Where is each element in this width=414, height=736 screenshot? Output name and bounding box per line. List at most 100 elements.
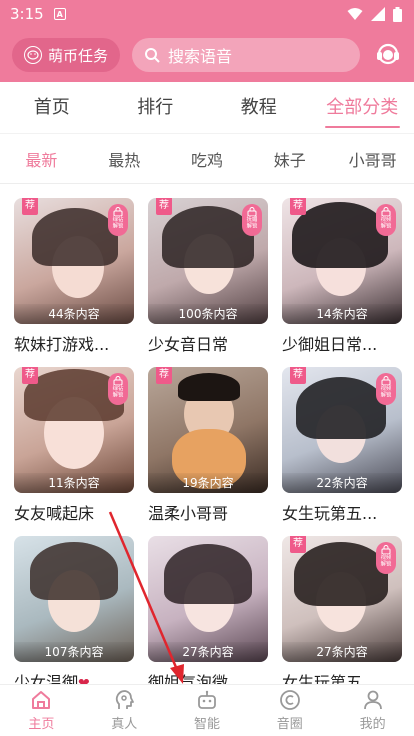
user-icon <box>363 690 382 710</box>
content-count: 27条内容 <box>148 642 268 662</box>
piggy-coin-icon <box>24 46 42 64</box>
voice-pack-card[interactable]: 荐 视频 解锁 22条内容 女生玩第五... <box>282 367 402 524</box>
circle-c-icon <box>279 690 300 710</box>
lock-text: 绿钻 解锁 <box>112 216 124 230</box>
nav-circle-label: 音圈 <box>276 717 303 732</box>
nav-voice-circle[interactable]: 音圈 <box>248 685 331 736</box>
card-title: 少御姐日常... <box>282 335 378 354</box>
lock-icon <box>247 207 257 216</box>
cover-image: 荐 抚媚 解锁 100条内容 <box>148 198 268 324</box>
search-placeholder: 搜索语音 <box>168 47 233 66</box>
top-header: 萌币任务 搜索语音 <box>0 28 414 82</box>
content-count: 44条内容 <box>14 304 134 324</box>
content-count: 19条内容 <box>148 473 268 493</box>
lock-text: 视频 解锁 <box>380 216 392 230</box>
voice-pack-card[interactable]: 荐 视频 解锁 14条内容 少御姐日常... <box>282 198 402 355</box>
subtab-boys[interactable]: 小哥哥 <box>331 147 414 171</box>
tab-ranking[interactable]: 排行 <box>104 82 208 134</box>
voice-pack-card[interactable]: 107条内容 少女温御❤ <box>14 536 134 693</box>
person-voice-icon <box>116 690 135 709</box>
tab-tutorial[interactable]: 教程 <box>207 82 311 134</box>
subtab-girls[interactable]: 妹子 <box>248 147 331 171</box>
battery-icon <box>393 6 402 22</box>
status-time: 3:15 <box>10 5 44 23</box>
lock-icon <box>113 207 123 216</box>
coin-task-label: 萌币任务 <box>48 46 109 65</box>
cover-image: 107条内容 <box>14 536 134 662</box>
lock-icon <box>381 207 391 216</box>
voice-pack-grid: 荐 绿钻 解锁 44条内容 软妹打游戏... 荐 抚媚 解锁 100条内容 少女音日… <box>0 184 414 693</box>
lock-text: 抚媚 解锁 <box>246 216 258 230</box>
tab-all-categories[interactable]: 全部分类 <box>311 82 414 134</box>
wifi-icon <box>347 8 363 20</box>
lock-icon <box>381 376 391 385</box>
main-tabs: 首页 排行 教程 全部分类 <box>0 82 414 134</box>
cover-image: 荐 视频 解锁 14条内容 <box>282 198 402 324</box>
cover-image: 27条内容 <box>148 536 268 662</box>
nav-home[interactable]: 主页 <box>0 685 83 736</box>
lock-text: 视频 解锁 <box>380 385 392 399</box>
card-title: 少女音日常 <box>148 335 229 354</box>
cover-image: 荐 视频 解锁 22条内容 <box>282 367 402 493</box>
robot-icon <box>198 690 216 709</box>
tab-home[interactable]: 首页 <box>0 82 104 134</box>
recommend-badge: 荐 <box>290 367 306 384</box>
card-title: 女友喊起床 <box>14 504 95 523</box>
app-notification-icon: A <box>53 8 66 20</box>
sub-tabs: 最新 最热 吃鸡 妹子 小哥哥 <box>0 134 414 184</box>
content-count: 11条内容 <box>14 473 134 493</box>
search-input[interactable]: 搜索语音 <box>132 38 361 72</box>
recommend-badge: 荐 <box>290 536 306 553</box>
recommend-badge: 荐 <box>22 198 38 215</box>
nav-mine-label: 我的 <box>359 717 386 732</box>
signal-icon <box>371 7 385 21</box>
lock-badge: 视频 解锁 <box>376 542 396 574</box>
voice-pack-card[interactable]: 荐 绿钻 解锁 44条内容 软妹打游戏... <box>14 198 134 355</box>
content-count: 27条内容 <box>282 642 402 662</box>
nav-smart-label: 智能 <box>193 717 220 732</box>
content-count: 22条内容 <box>282 473 402 493</box>
lock-badge: 视频 解锁 <box>376 373 396 405</box>
nav-home-label: 主页 <box>28 717 55 732</box>
home-icon <box>32 691 51 709</box>
recommend-badge: 荐 <box>22 367 38 384</box>
card-title: 温柔小哥哥 <box>148 504 229 523</box>
status-bar: 3:15 A <box>0 0 414 28</box>
recommend-badge: 荐 <box>156 367 172 384</box>
cover-image: 荐 19条内容 <box>148 367 268 493</box>
recommend-badge: 荐 <box>156 198 172 215</box>
recommend-badge: 荐 <box>290 198 306 215</box>
content-count: 107条内容 <box>14 642 134 662</box>
cover-image: 荐 绿钻 解锁 11条内容 <box>14 367 134 493</box>
lock-icon <box>381 545 391 554</box>
lock-badge: 抚媚 解锁 <box>242 204 262 236</box>
voice-pack-card[interactable]: 荐 抚媚 解锁 100条内容 少女音日常 <box>148 198 268 355</box>
bottom-nav: 主页 真人 智能 音圈 我的 <box>0 684 414 736</box>
voice-pack-card[interactable]: 荐 视频 解锁 27条内容 女生玩第五... <box>282 536 402 693</box>
nav-real-person[interactable]: 真人 <box>83 685 166 736</box>
voice-pack-card[interactable]: 荐 绿钻 解锁 11条内容 女友喊起床 <box>14 367 134 524</box>
card-title: 女生玩第五... <box>282 504 378 523</box>
cover-image: 荐 视频 解锁 27条内容 <box>282 536 402 662</box>
lock-icon <box>113 376 123 385</box>
cover-image: 荐 绿钻 解锁 44条内容 <box>14 198 134 324</box>
content-count: 100条内容 <box>148 304 268 324</box>
nav-smart[interactable]: 智能 <box>166 685 249 736</box>
lock-badge: 绿钻 解锁 <box>108 373 128 405</box>
customer-service-icon[interactable] <box>374 41 402 69</box>
content-count: 14条内容 <box>282 304 402 324</box>
coin-task-button[interactable]: 萌币任务 <box>12 38 121 72</box>
lock-badge: 绿钻 解锁 <box>108 204 128 236</box>
voice-pack-card[interactable]: 荐 19条内容 温柔小哥哥 <box>148 367 268 524</box>
nav-mine[interactable]: 我的 <box>331 685 414 736</box>
lock-badge: 视频 解锁 <box>376 204 396 236</box>
voice-pack-card[interactable]: 27条内容 御姐气泡微... <box>148 536 268 693</box>
subtab-latest[interactable]: 最新 <box>0 147 83 171</box>
lock-text: 绿钻 解锁 <box>112 385 124 399</box>
subtab-pubg[interactable]: 吃鸡 <box>166 147 249 171</box>
subtab-hottest[interactable]: 最热 <box>83 147 166 171</box>
search-icon <box>145 48 160 63</box>
card-title: 软妹打游戏... <box>14 335 110 354</box>
lock-text: 视频 解锁 <box>380 554 392 568</box>
nav-real-label: 真人 <box>111 717 138 732</box>
